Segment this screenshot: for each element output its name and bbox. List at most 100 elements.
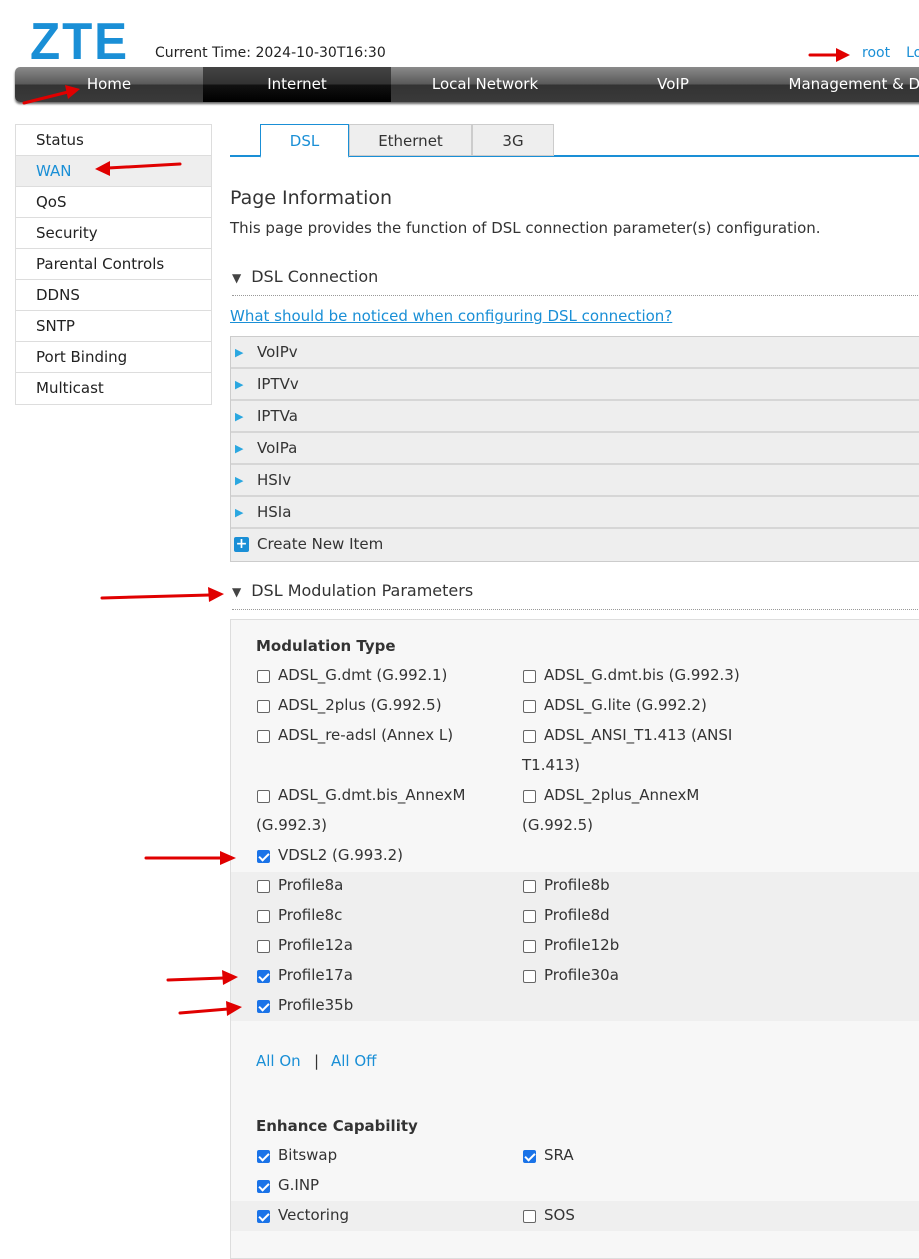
sidebar-item-sntp[interactable]: SNTP bbox=[16, 311, 211, 342]
enhance-capability-label: Enhance Capability bbox=[256, 1117, 418, 1135]
modulation-option-label: ADSL_G.dmt.bis_AnnexM bbox=[278, 786, 466, 804]
modulation-option-label: ADSL_2plus_AnnexM bbox=[544, 786, 700, 804]
expand-icon: ▶ bbox=[235, 410, 244, 423]
collapse-icon: ▼ bbox=[232, 585, 242, 599]
list-item[interactable]: ▶ VoIPv bbox=[231, 337, 919, 369]
modulation-option-checkbox[interactable] bbox=[523, 700, 536, 713]
modulation-option-label: ADSL_ANSI_T1.413 (ANSI bbox=[544, 726, 733, 744]
nav-management[interactable]: Management & Dia bbox=[767, 67, 919, 102]
enhance-option-checkbox[interactable] bbox=[523, 1150, 536, 1163]
create-new-item[interactable]: + Create New Item bbox=[231, 529, 919, 561]
profile-option-checkbox[interactable] bbox=[523, 970, 536, 983]
list-item[interactable]: ▶ IPTVa bbox=[231, 401, 919, 433]
expand-icon: ▶ bbox=[235, 442, 244, 455]
modulation-option-label: ADSL_re-adsl (Annex L) bbox=[278, 726, 454, 744]
plus-icon: + bbox=[234, 536, 249, 552]
nav-local-network[interactable]: Local Network bbox=[391, 67, 579, 102]
expand-icon: ▶ bbox=[235, 378, 244, 391]
collapse-icon: ▼ bbox=[232, 271, 242, 285]
sidebar-item-wan[interactable]: WAN bbox=[16, 156, 211, 187]
modulation-option-checkbox[interactable] bbox=[257, 850, 270, 863]
tab-dsl[interactable]: DSL bbox=[260, 124, 349, 158]
sidebar-item-security[interactable]: Security bbox=[16, 218, 211, 249]
current-time: Current Time: 2024-10-30T16:30 bbox=[155, 45, 386, 61]
list-item[interactable]: ▶ HSIv bbox=[231, 465, 919, 497]
dsl-connection-header[interactable]: ▼ DSL Connection bbox=[232, 267, 919, 296]
all-on-link[interactable]: All On bbox=[256, 1052, 301, 1070]
modulation-option-label: ADSL_G.dmt.bis (G.992.3) bbox=[544, 666, 740, 684]
nav-voip[interactable]: VoIP bbox=[579, 67, 767, 102]
sidebar-item-status[interactable]: Status bbox=[16, 125, 211, 156]
modulation-option-checkbox[interactable] bbox=[257, 700, 270, 713]
help-link[interactable]: What should be noticed when configuring … bbox=[230, 307, 672, 325]
modulation-option-label: ADSL_G.dmt (G.992.1) bbox=[278, 666, 448, 684]
separator: | bbox=[314, 1052, 320, 1070]
modulation-option-label: ADSL_G.lite (G.992.2) bbox=[544, 696, 707, 714]
modulation-option-label: ADSL_2plus (G.992.5) bbox=[278, 696, 442, 714]
profile-option-label: Profile8d bbox=[544, 906, 610, 924]
connection-list: ▶ VoIPv ▶ IPTVv ▶ IPTVa ▶ VoIPa ▶ HSIv ▶ HSIa … bbox=[230, 336, 919, 562]
expand-icon: ▶ bbox=[235, 474, 244, 487]
modulation-panel: Modulation Type ADSL_G.dmt (G.992.1) ADSL… bbox=[230, 619, 919, 1259]
profile-option-label: Profile30a bbox=[544, 966, 619, 984]
modulation-option-checkbox[interactable] bbox=[257, 730, 270, 743]
enhance-option-checkbox[interactable] bbox=[257, 1210, 270, 1223]
enhance-option-label: SOS bbox=[544, 1206, 575, 1224]
expand-icon: ▶ bbox=[235, 506, 244, 519]
sidebar-item-ddns[interactable]: DDNS bbox=[16, 280, 211, 311]
sidebar-item-parental-controls[interactable]: Parental Controls bbox=[16, 249, 211, 280]
modulation-option-checkbox[interactable] bbox=[523, 730, 536, 743]
list-item[interactable]: ▶ IPTVv bbox=[231, 369, 919, 401]
modulation-option-checkbox[interactable] bbox=[523, 790, 536, 803]
nav-internet[interactable]: Internet bbox=[203, 67, 391, 102]
profile-option-checkbox[interactable] bbox=[523, 910, 536, 923]
enhance-option-label: Vectoring bbox=[278, 1206, 349, 1224]
profile-option-label: Profile8a bbox=[278, 876, 344, 894]
enhance-option-checkbox[interactable] bbox=[257, 1150, 270, 1163]
modulation-option-label: VDSL2 (G.993.2) bbox=[278, 846, 404, 864]
sidebar-item-port-binding[interactable]: Port Binding bbox=[16, 342, 211, 373]
enhance-option-checkbox[interactable] bbox=[257, 1180, 270, 1193]
profile-option-checkbox[interactable] bbox=[257, 970, 270, 983]
profile-option-checkbox[interactable] bbox=[523, 940, 536, 953]
tab-ethernet[interactable]: Ethernet bbox=[349, 124, 472, 156]
nav-home[interactable]: Home bbox=[15, 67, 203, 102]
profile-option-label: Profile12b bbox=[544, 936, 620, 954]
profile-option-label: Profile8c bbox=[278, 906, 343, 924]
tab-bar: DSL Ethernet 3G bbox=[230, 124, 919, 158]
zte-logo: ZTE bbox=[30, 13, 130, 71]
profile-option-checkbox[interactable] bbox=[257, 1000, 270, 1013]
sidebar-item-qos[interactable]: QoS bbox=[16, 187, 211, 218]
profile-option-checkbox[interactable] bbox=[257, 910, 270, 923]
user-link[interactable]: root bbox=[862, 45, 890, 61]
profile-option-label: Profile35b bbox=[278, 996, 354, 1014]
tab-3g[interactable]: 3G bbox=[472, 124, 554, 156]
modulation-option-label-cont: (G.992.3) bbox=[256, 816, 328, 834]
modulation-type-label: Modulation Type bbox=[256, 637, 396, 655]
dsl-modulation-header[interactable]: ▼ DSL Modulation Parameters bbox=[232, 581, 919, 610]
enhance-option-label: G.INP bbox=[278, 1176, 320, 1194]
profile-option-label: Profile8b bbox=[544, 876, 610, 894]
profile-option-checkbox[interactable] bbox=[257, 880, 270, 893]
all-off-link[interactable]: All Off bbox=[331, 1052, 377, 1070]
main-nav: Home Internet Local Network VoIP Managem… bbox=[15, 67, 919, 102]
enhance-option-label: Bitswap bbox=[278, 1146, 338, 1164]
enhance-option-label: SRA bbox=[544, 1146, 574, 1164]
list-item[interactable]: ▶ HSIa bbox=[231, 497, 919, 529]
enhance-option-checkbox[interactable] bbox=[523, 1210, 536, 1223]
list-item[interactable]: ▶ VoIPa bbox=[231, 433, 919, 465]
modulation-option-checkbox[interactable] bbox=[523, 670, 536, 683]
logout-link[interactable]: Lo bbox=[906, 45, 919, 61]
modulation-option-checkbox[interactable] bbox=[257, 670, 270, 683]
page-title: Page Information bbox=[230, 187, 393, 209]
profile-option-label: Profile12a bbox=[278, 936, 353, 954]
sidebar-item-multicast[interactable]: Multicast bbox=[16, 373, 211, 404]
profile-option-label: Profile17a bbox=[278, 966, 353, 984]
page-description: This page provides the function of DSL c… bbox=[230, 219, 821, 237]
modulation-option-checkbox[interactable] bbox=[257, 790, 270, 803]
modulation-option-label-cont: (G.992.5) bbox=[522, 816, 594, 834]
expand-icon: ▶ bbox=[235, 346, 244, 359]
sidebar: Status WAN QoS Security Parental Control… bbox=[15, 124, 212, 405]
profile-option-checkbox[interactable] bbox=[257, 940, 270, 953]
profile-option-checkbox[interactable] bbox=[523, 880, 536, 893]
